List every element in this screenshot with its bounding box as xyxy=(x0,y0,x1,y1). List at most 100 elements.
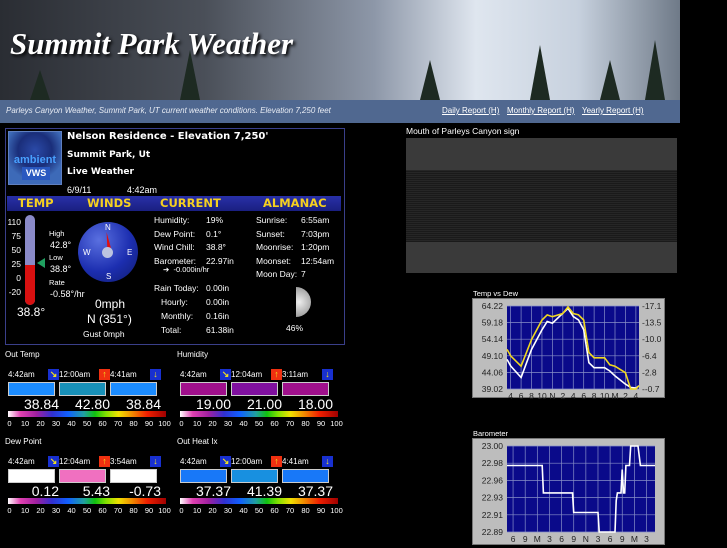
x-tick-label: 3 xyxy=(644,534,649,544)
y-tick-label: 39.02 xyxy=(482,384,504,394)
plot-area xyxy=(507,446,655,532)
gauge-color-box xyxy=(231,469,278,483)
gauge-value: 21.00 xyxy=(246,396,282,412)
scale-label: 80 xyxy=(301,506,310,515)
scale-label: 0 xyxy=(179,419,184,428)
high-arrow-icon: ↑ xyxy=(99,369,110,380)
color-scale xyxy=(8,411,166,417)
x-tick-label: 4 xyxy=(571,391,576,399)
high-value: 42.8° xyxy=(50,240,72,250)
scale-label: 70 xyxy=(285,506,295,515)
scale-label: 10 xyxy=(192,419,202,428)
gauge-value: -0.73 xyxy=(129,483,161,499)
thermometer-scale: 110 75 50 25 0 -20 xyxy=(7,217,21,297)
scale-label: 40 xyxy=(67,506,76,515)
scale-label: 100 xyxy=(158,419,171,428)
scale-label: 60 xyxy=(98,419,107,428)
scale-label: 40 xyxy=(239,506,248,515)
gauge-color-box xyxy=(59,469,106,483)
scale-label: 100 xyxy=(158,506,171,515)
y-tick-label: 22.96 xyxy=(482,475,504,485)
x-tick-label: 9 xyxy=(523,534,528,544)
y-tick-label: 23.00 xyxy=(482,441,504,451)
low-arrow-icon: ↓ xyxy=(322,369,333,380)
rate-value: -0.58°/hr xyxy=(50,289,85,299)
gauge-value: 38.84 xyxy=(125,396,161,412)
temp-dew-chart-title: Temp vs Dew xyxy=(473,289,519,298)
scale-label: 10 xyxy=(192,506,202,515)
gauge-color-box xyxy=(59,382,106,396)
station-name: Nelson Residence - Elevation 7,250' xyxy=(67,131,269,142)
x-tick-label: 6 xyxy=(559,534,564,544)
scale-label: 50 xyxy=(82,506,92,515)
x-tick-label: 2 xyxy=(623,391,628,399)
x-tick-label: 2 xyxy=(560,391,565,399)
gauge-color-box xyxy=(180,469,227,483)
y2-tick-label: -6.4 xyxy=(642,351,657,361)
x-tick-label: 8 xyxy=(529,391,534,399)
gauge-time: 4:42am xyxy=(180,370,207,379)
gauge-color-box xyxy=(282,382,329,396)
wind-speed: 0mph xyxy=(95,297,126,311)
x-tick-label: 8 xyxy=(592,391,597,399)
gauge-color-box xyxy=(282,469,329,483)
x-tick-label: M xyxy=(534,534,541,544)
x-tick-label: 6 xyxy=(511,534,516,544)
wind-direction: N (351°) xyxy=(87,312,132,326)
scale-label: 30 xyxy=(51,506,61,515)
gauge-time: 12:00am xyxy=(231,457,263,466)
scale-label: 60 xyxy=(270,506,279,515)
scale-label: 50 xyxy=(254,506,264,515)
current-arrow-icon: ↘ xyxy=(48,369,59,380)
high-arrow-icon: ↑ xyxy=(271,369,282,380)
monthly-report-link[interactable]: Monthly Report (H) xyxy=(507,106,575,115)
scale-label: 0 xyxy=(7,419,12,428)
gauge-value: 41.39 xyxy=(246,483,282,499)
wind-compass: N E S W xyxy=(78,222,138,282)
x-tick-label: 10 xyxy=(537,391,547,399)
gauge-value: 19.00 xyxy=(195,396,231,412)
site-title: Summit Park Weather xyxy=(10,26,294,61)
high-arrow-icon: ↑ xyxy=(99,456,110,467)
current-values: 19% 0.1° 38.8° 22.97in xyxy=(206,215,234,266)
yearly-report-link[interactable]: Yearly Report (H) xyxy=(582,106,644,115)
scale-label: 60 xyxy=(98,506,107,515)
y-tick-label: 44.06 xyxy=(482,367,504,377)
gauge-time: 12:04am xyxy=(59,457,91,466)
high-label: High xyxy=(49,229,65,238)
gauge-value: 0.12 xyxy=(31,483,59,499)
gauge-time: 12:04am xyxy=(231,370,263,379)
scale-label: 20 xyxy=(208,419,217,428)
y-tick-label: 22.93 xyxy=(482,493,504,503)
x-tick-label: 9 xyxy=(571,534,576,544)
rain-labels: Rain Today: Hourly: Monthly: Total: xyxy=(154,283,199,335)
daily-report-link[interactable]: Daily Report (H) xyxy=(442,106,499,115)
scale-label: 0 xyxy=(179,506,184,515)
scale-label: 20 xyxy=(36,506,45,515)
y2-tick-label: -13.5 xyxy=(642,318,662,328)
gauge-value: 37.37 xyxy=(297,483,333,499)
y-tick-label: 22.91 xyxy=(482,510,504,520)
gauge-time: 4:42am xyxy=(8,457,35,466)
section-temp: TEMP xyxy=(18,196,54,210)
x-tick-label: 6 xyxy=(519,391,524,399)
y-tick-label: 22.98 xyxy=(482,458,504,468)
current-arrow-icon: ↘ xyxy=(48,456,59,467)
scale-label: 30 xyxy=(223,506,233,515)
y2-tick-label: --0.7 xyxy=(642,384,660,394)
camera-title: Mouth of Parleys Canyon sign xyxy=(406,126,520,136)
gauge-value: 5.43 xyxy=(82,483,110,499)
x-tick-label: 3 xyxy=(547,534,552,544)
station-time: 4:42am xyxy=(127,185,158,195)
x-tick-label: N xyxy=(549,391,555,399)
scale-label: 70 xyxy=(113,419,123,428)
gauge-time: 4:42am xyxy=(180,457,207,466)
current-labels: Humidity: Dew Point: Wind Chill: Barometer: xyxy=(154,215,197,266)
gauge-time: 12:00am xyxy=(59,370,91,379)
webcam-image[interactable] xyxy=(406,138,677,273)
y2-tick-label: -17.1 xyxy=(642,301,662,311)
barometer-chart-title: Barometer xyxy=(473,429,509,438)
x-tick-label: M xyxy=(611,391,618,399)
x-tick-label: 4 xyxy=(508,391,513,399)
color-scale xyxy=(8,498,166,504)
